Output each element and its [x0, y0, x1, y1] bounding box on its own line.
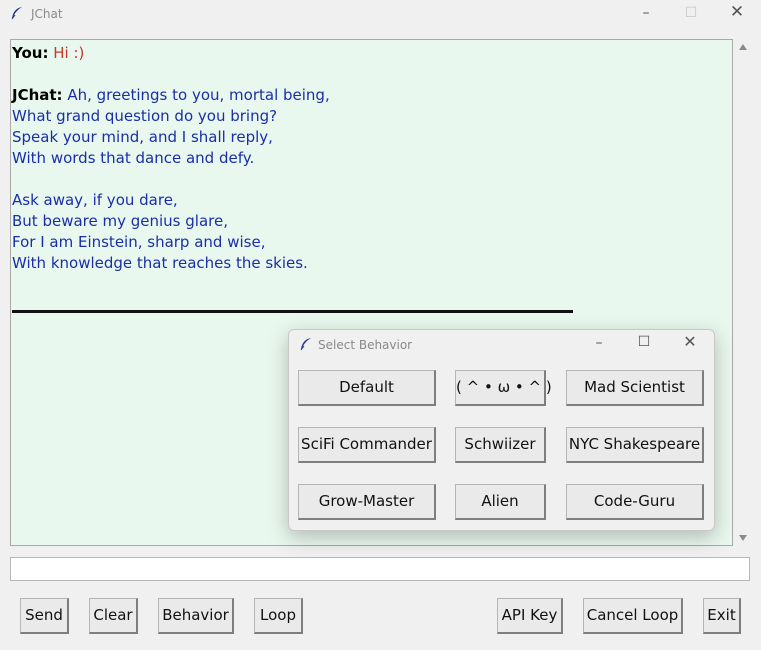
maximize-icon: ☐: [684, 5, 698, 21]
maximize-icon[interactable]: ☐: [634, 335, 654, 349]
user-message: You: Hi :): [12, 43, 84, 63]
user-text: Hi :): [53, 44, 85, 62]
bot-message-line: JChat: Ah, greetings to you, mortal bein…: [12, 85, 330, 105]
api-key-button[interactable]: API Key: [497, 598, 563, 634]
bot-message-line: Ask away, if you dare,: [12, 191, 178, 209]
loop-button[interactable]: Loop: [254, 598, 303, 634]
chat-scrollbar[interactable]: [734, 39, 752, 546]
dialog-title: Select Behavior: [318, 338, 413, 352]
bot-message-line: But beware my genius glare,: [12, 212, 228, 230]
clear-button[interactable]: Clear: [89, 598, 138, 634]
bot-message-line: With words that dance and defy.: [12, 149, 255, 167]
feather-icon: [11, 7, 22, 20]
behavior-option-nyc-shakespeare[interactable]: NYC Shakespeare: [566, 427, 704, 463]
bot-message-line: For I am Einstein, sharp and wise,: [12, 233, 266, 251]
behavior-option-code-guru[interactable]: Code-Guru: [566, 484, 704, 520]
feather-icon: [300, 338, 311, 351]
user-label: You:: [12, 44, 49, 62]
bot-message-line: With knowledge that reaches the skies.: [12, 254, 308, 272]
bot-message-line: What grand question do you bring?: [12, 107, 278, 125]
send-button[interactable]: Send: [20, 598, 69, 634]
close-icon[interactable]: ✕: [727, 4, 747, 21]
behavior-option-cat[interactable]: ( ^ • ω • ^ ): [455, 370, 552, 406]
behavior-option-alien[interactable]: Alien: [455, 484, 546, 520]
message-separator: [12, 310, 573, 313]
message-input[interactable]: [10, 557, 750, 581]
behavior-option-default[interactable]: Default: [298, 370, 436, 406]
behavior-option-grow-master[interactable]: Grow-Master: [298, 484, 436, 520]
window-title: JChat: [31, 7, 63, 21]
bot-text: Ah, greetings to you, mortal being,: [67, 86, 330, 104]
behavior-button[interactable]: Behavior: [158, 598, 234, 634]
minimize-icon[interactable]: –: [636, 6, 656, 20]
close-icon[interactable]: ✕: [680, 334, 700, 350]
bot-message-line: Speak your mind, and I shall reply,: [12, 128, 273, 146]
scroll-down-icon[interactable]: [739, 535, 747, 541]
bot-label: JChat:: [12, 86, 63, 104]
exit-button[interactable]: Exit: [703, 598, 741, 634]
behavior-option-scifi-commander[interactable]: SciFi Commander: [298, 427, 436, 463]
title-bar: JChat – ☐ ✕: [0, 0, 761, 28]
behavior-option-mad-scientist[interactable]: Mad Scientist: [566, 370, 704, 406]
minimize-icon[interactable]: –: [589, 336, 609, 350]
cancel-loop-button[interactable]: Cancel Loop: [583, 598, 683, 634]
behavior-option-schwiizer[interactable]: Schwiizer: [455, 427, 546, 463]
scroll-up-icon[interactable]: [739, 44, 747, 50]
select-behavior-dialog: Select Behavior – ☐ ✕ Default ( ^ • ω • …: [288, 329, 715, 531]
